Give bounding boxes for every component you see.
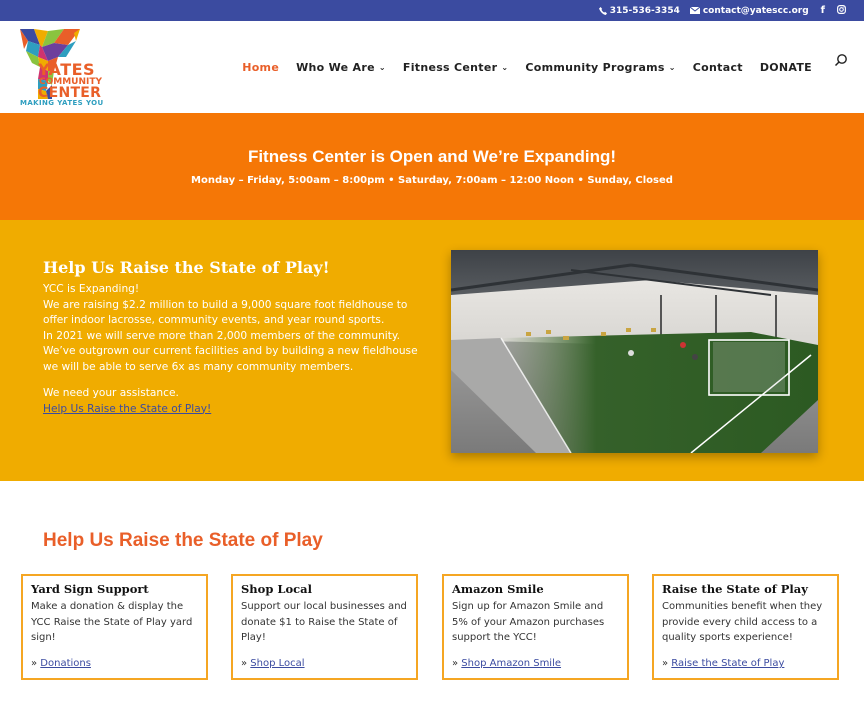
chevron-down-icon: ⌄ <box>501 63 509 72</box>
feature-body: YCC is Expanding! We are raising $2.2 mi… <box>43 282 423 417</box>
nav-donate[interactable]: DONATE <box>760 61 812 74</box>
banner-title: Fitness Center is Open and We’re Expandi… <box>247 147 617 166</box>
section-title: Help Us Raise the State of Play <box>43 530 323 551</box>
chevron-down-icon: ⌄ <box>378 63 386 72</box>
fieldhouse-rendering-icon <box>451 250 818 453</box>
search-icon[interactable] <box>834 53 848 67</box>
link-prefix: » <box>452 658 462 669</box>
nav-donate-label: DONATE <box>759 61 812 74</box>
banner-hours: Monday – Friday, 5:00am – 8:00pm • Satur… <box>191 175 673 186</box>
nav-home[interactable]: Home <box>242 61 279 74</box>
nav-community-programs-label: Community Programs <box>525 61 665 74</box>
feature-section: Help Us Raise the State of Play! YCC is … <box>0 220 864 481</box>
fieldhouse-image <box>451 250 818 453</box>
facebook-icon[interactable]: f <box>821 5 825 16</box>
card-raise-state-of-play: Raise the State of Play Communities bene… <box>652 574 839 680</box>
card-amazon-smile: Amazon Smile Sign up for Amazon Smile an… <box>442 574 629 680</box>
feature-assist: We need your assistance. <box>43 387 179 399</box>
email-link[interactable]: contact@yatescc.org <box>689 5 809 16</box>
phone-icon <box>598 6 607 15</box>
link-prefix: » <box>662 658 672 669</box>
card-title: Raise the State of Play <box>662 582 808 596</box>
site-header: YATES COMMUNITY CENTER MAKING YATES YOU … <box>0 21 864 113</box>
nav-who-we-are[interactable]: Who We Are ⌄ <box>296 61 386 74</box>
phone-number: 315-536-3354 <box>609 5 680 16</box>
card-text: Support our local businesses and donate … <box>241 601 407 643</box>
top-bar: 315-536-3354 contact@yatescc.org f <box>0 0 864 21</box>
feature-para2: In 2021 we will serve more than 2,000 me… <box>43 329 418 373</box>
card-text: Communities benefit when they provide ev… <box>662 601 823 643</box>
card-title: Yard Sign Support <box>31 582 149 596</box>
card-text: Make a donation & display the YCC Raise … <box>31 601 193 643</box>
phone-link[interactable]: 315-536-3354 <box>598 5 680 16</box>
nav-contact[interactable]: Contact <box>693 61 743 74</box>
nav-community-programs[interactable]: Community Programs ⌄ <box>525 61 675 74</box>
nav-fitness-center-label: Fitness Center <box>402 61 498 74</box>
card-shop-local: Shop Local Support our local businesses … <box>231 574 418 680</box>
feature-para1: We are raising $2.2 million to build a 9… <box>43 298 408 327</box>
nav-contact-label: Contact <box>692 61 743 74</box>
card-title: Shop Local <box>241 582 312 596</box>
email-icon <box>689 7 700 14</box>
amazon-smile-link[interactable]: Shop Amazon Smile <box>461 658 561 669</box>
card-yard-sign: Yard Sign Support Make a donation & disp… <box>21 574 208 680</box>
donations-link[interactable]: Donations <box>40 658 91 669</box>
email-address: contact@yatescc.org <box>702 5 809 16</box>
card-title: Amazon Smile <box>452 582 544 596</box>
instagram-icon[interactable] <box>837 4 846 17</box>
feature-title: Help Us Raise the State of Play! <box>43 258 330 277</box>
hours-banner: Fitness Center is Open and We’re Expandi… <box>0 113 864 220</box>
card-text: Sign up for Amazon Smile and 5% of your … <box>452 601 605 643</box>
shop-local-link[interactable]: Shop Local <box>250 658 304 669</box>
nav-who-we-are-label: Who We Are <box>296 61 375 74</box>
feature-link[interactable]: Help Us Raise the State of Play! <box>43 403 211 415</box>
link-prefix: » <box>31 658 41 669</box>
raise-state-of-play-link[interactable]: Raise the State of Play <box>671 658 784 669</box>
feature-line1: YCC is Expanding! <box>43 283 140 295</box>
link-prefix: » <box>241 658 251 669</box>
chevron-down-icon: ⌄ <box>668 63 676 72</box>
nav-home-label: Home <box>242 61 280 74</box>
nav-fitness-center[interactable]: Fitness Center ⌄ <box>403 61 508 74</box>
logo-tagline: MAKING YATES YOU <box>20 99 104 107</box>
main-nav: Home Who We Are ⌄ Fitness Center ⌄ Communi… <box>225 61 812 74</box>
